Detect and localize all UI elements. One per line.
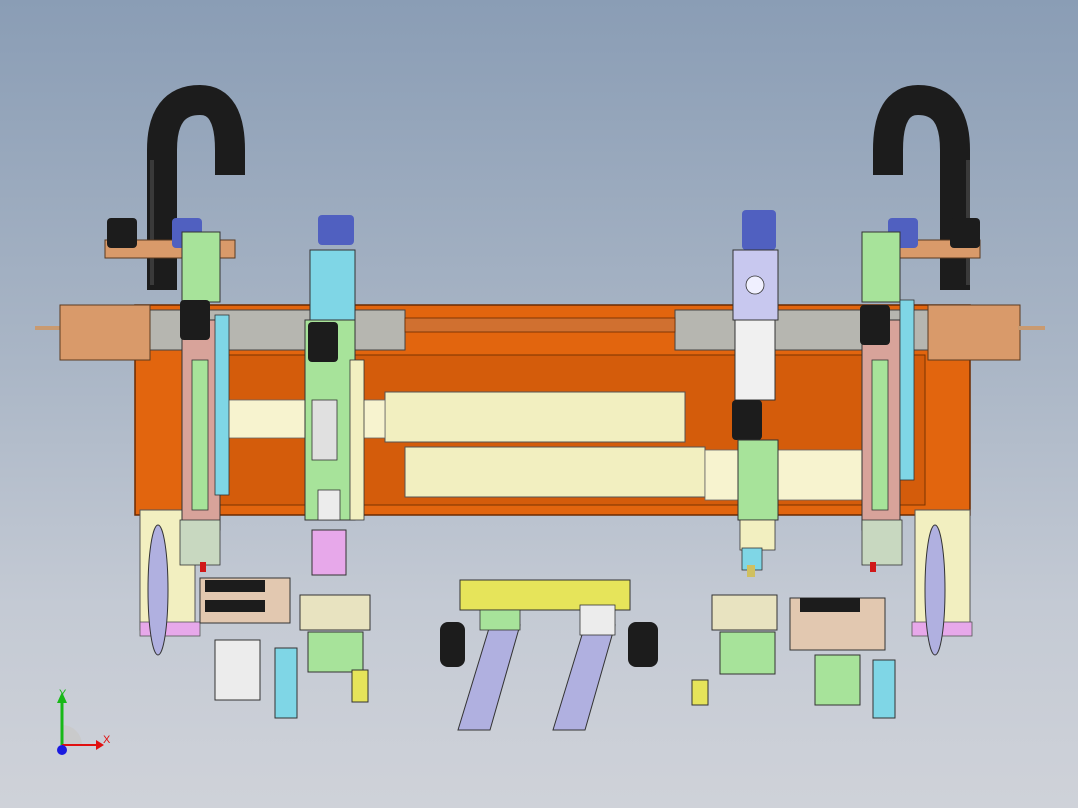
assembly-model[interactable]: Y X [0,0,1078,808]
triad-z-axis [57,745,67,755]
cad-viewport[interactable]: Y X [0,0,1078,808]
center-gantry [440,579,658,731]
lower-cream-module [404,446,896,501]
left-side-motor [35,304,151,361]
triad-y-label: Y [59,688,67,700]
right-inner-head [732,210,779,577]
right-frame-leg [911,509,973,656]
coordinate-triad: Y X [57,688,111,755]
triad-x-label: X [103,734,111,746]
right-side-motor [927,304,1045,361]
right-tray-fixture [789,597,896,719]
left-nozzle-station [299,594,371,703]
left-tray-fixture [199,577,298,719]
right-nozzle-station [691,594,778,706]
left-inner-head [304,215,365,576]
